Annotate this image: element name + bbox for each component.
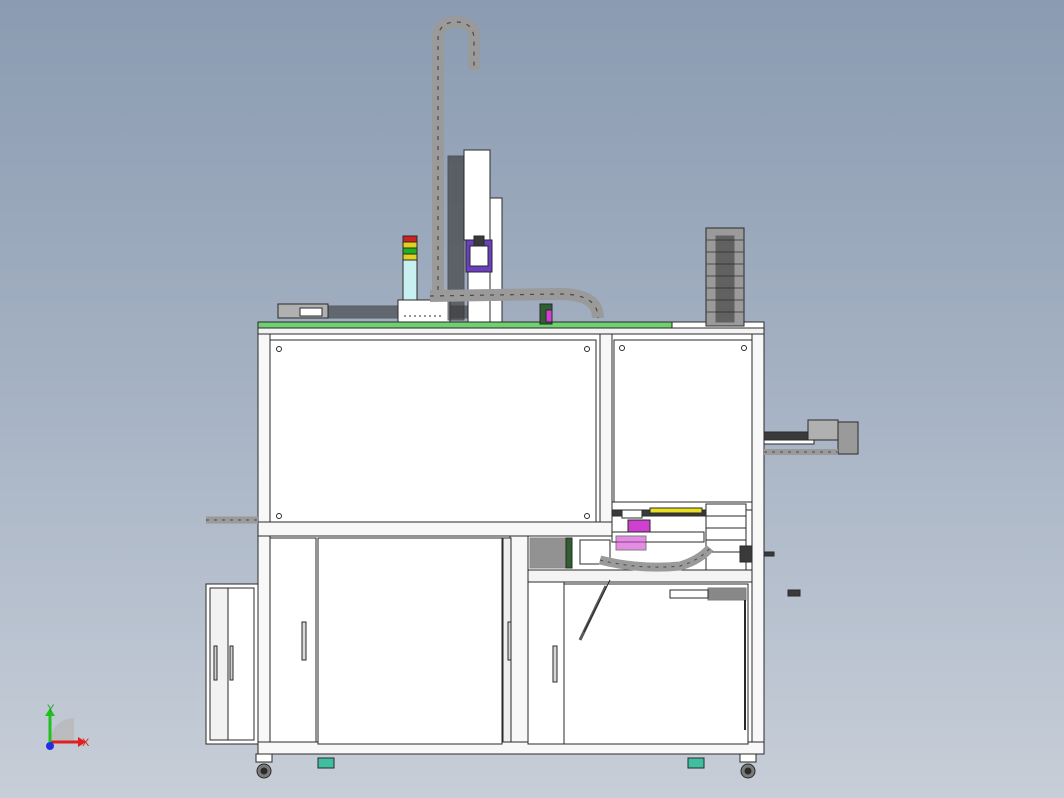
upper-right-panel <box>613 339 753 503</box>
lamp-red <box>402 235 418 243</box>
lower-left-doors <box>269 537 512 745</box>
lamp-green <box>402 247 418 255</box>
door-handle-2 <box>507 621 512 661</box>
signal-tower <box>402 235 418 301</box>
lamp-yellow <box>402 241 418 249</box>
casters <box>255 753 757 779</box>
x-axis-label: X <box>82 737 90 749</box>
cad-viewport: X Y <box>45 15 859 779</box>
z-axis-dot <box>46 742 54 750</box>
right-side-actuator <box>763 419 859 597</box>
right-chain-tower <box>705 227 745 327</box>
coordinate-triad: X Y <box>45 703 90 750</box>
y-axis-label: Y <box>47 703 55 715</box>
left-drawer-unit <box>205 583 259 745</box>
side-knob <box>787 589 801 597</box>
door-handle-3 <box>552 645 558 683</box>
top-platform <box>257 321 765 329</box>
door-handle-1 <box>301 621 307 661</box>
upper-left-panel <box>269 339 597 523</box>
